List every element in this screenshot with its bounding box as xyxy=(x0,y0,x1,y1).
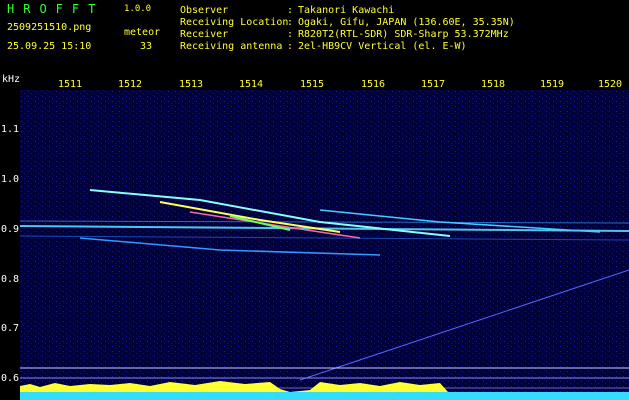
location-key: Receiving Location xyxy=(180,17,289,28)
receiver-sep: : xyxy=(287,29,294,40)
header: HROFFT 1.0.0 2509251510.png 25.09.25 15:… xyxy=(0,0,629,72)
antenna-value: 2el-HB9CV Vertical (el. E-W) xyxy=(298,41,467,52)
y-tick-label: 0.6 xyxy=(1,373,20,384)
y-tick-label: 0.9 xyxy=(1,224,20,235)
receiver-value: R820T2(RTL-SDR) SDR-Sharp 53.372MHz xyxy=(298,29,509,40)
observer-sep: : xyxy=(287,5,294,16)
x-tick-label: 1515 xyxy=(300,79,325,90)
x-tick-label: 1518 xyxy=(481,79,506,90)
y-tick-label: 0.7 xyxy=(1,323,20,334)
x-tick-label: 1513 xyxy=(179,79,204,90)
location-sep: : xyxy=(287,17,294,28)
y-tick-label: 0.8 xyxy=(1,274,20,285)
x-tick-label: 1517 xyxy=(421,79,446,90)
x-tick-label: 1520 xyxy=(598,79,623,90)
spectrogram-plot xyxy=(20,90,629,400)
receiver-key: Receiver xyxy=(180,29,229,40)
x-tick-label: 1511 xyxy=(58,79,83,90)
observer-value: Takanori Kawachi xyxy=(298,5,395,16)
filename: 2509251510.png xyxy=(7,22,92,33)
spectrogram-background xyxy=(20,90,629,400)
observer-key: Observer xyxy=(180,5,229,16)
x-tick-label: 1512 xyxy=(118,79,143,90)
antenna-key: Receiving antenna xyxy=(180,41,283,52)
antenna-sep: : xyxy=(287,41,294,52)
app-title: HROFFT xyxy=(7,2,105,16)
y-axis-unit: kHz xyxy=(2,74,21,85)
x-tick-label: 1514 xyxy=(239,79,264,90)
y-tick-label: 1.0 xyxy=(1,174,20,185)
timestamp: 25.09.25 15:10 xyxy=(7,41,92,52)
x-tick-label: 1516 xyxy=(361,79,386,90)
app-version: 1.0.0 xyxy=(124,4,152,14)
level-bar-cyan xyxy=(20,392,629,400)
meteor-label: meteor xyxy=(124,27,161,38)
x-tick-label: 1519 xyxy=(540,79,565,90)
meteor-count: 33 xyxy=(140,41,153,52)
y-tick-label: 1.1 xyxy=(1,124,20,135)
location-value: Ogaki, Gifu, JAPAN (136.60E, 35.35N) xyxy=(298,17,515,28)
